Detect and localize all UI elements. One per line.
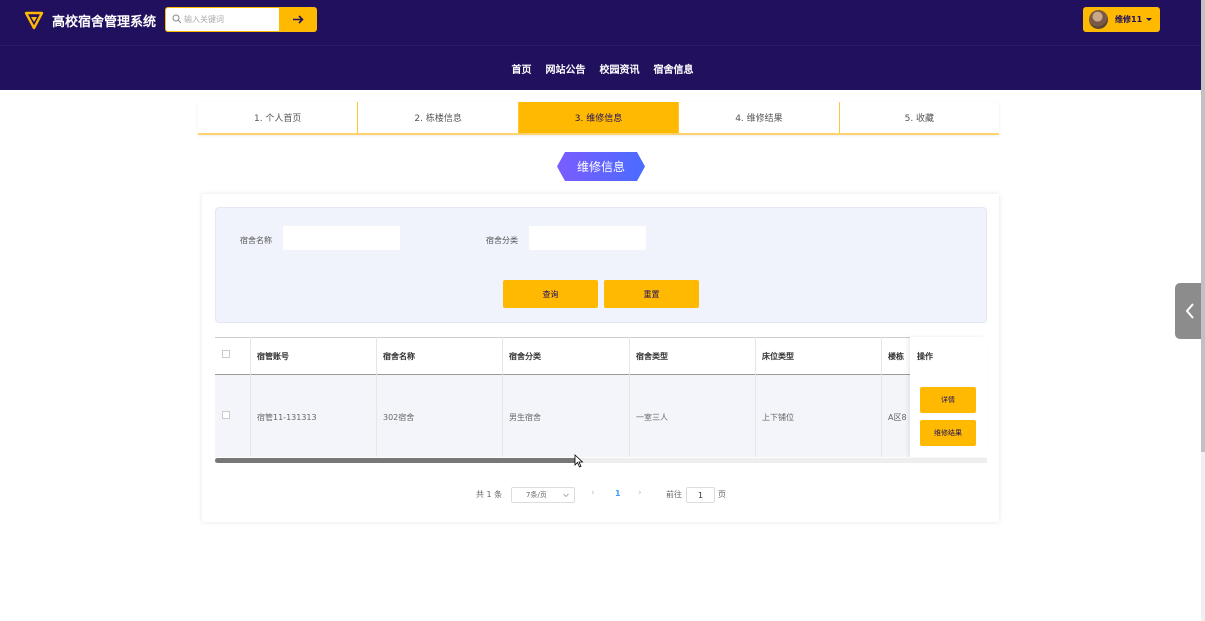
search-box[interactable] <box>165 7 279 32</box>
column-divider <box>755 337 756 457</box>
table-header <box>215 337 987 375</box>
dorm-name-label: 宿舍名称 <box>240 236 272 245</box>
chevron-down-icon <box>1146 18 1153 21</box>
filter-panel <box>215 207 987 323</box>
column-divider <box>250 337 251 457</box>
user-menu-button[interactable]: 维修11 <box>1083 7 1160 32</box>
avatar <box>1089 10 1108 29</box>
page-title-badge: 维修信息 <box>557 152 645 181</box>
goto-page-input[interactable] <box>686 487 715 503</box>
tab-personal-home[interactable]: 1. 个人首页 <box>198 102 359 133</box>
page-size-select[interactable]: 7条/页 <box>511 487 575 503</box>
table-scrollbar-thumb[interactable] <box>215 458 578 463</box>
column-divider <box>376 337 377 457</box>
row-checkbox[interactable] <box>222 411 230 419</box>
cell-bed-type: 上下铺位 <box>762 413 794 422</box>
goto-prefix: 前往 <box>666 490 682 499</box>
cell-account: 宿管11-131313 <box>257 413 317 422</box>
nav-item-campus-news[interactable]: 校园资讯 <box>600 61 640 76</box>
search-input[interactable] <box>184 8 276 31</box>
tab-repair-result[interactable]: 4. 维修结果 <box>679 102 840 133</box>
app-title: 高校宿舍管理系统 <box>52 15 157 30</box>
chevron-left-icon <box>1185 303 1194 319</box>
header-bed-type[interactable]: 床位类型 <box>762 351 794 362</box>
header-dorm-type[interactable]: 宿舍类型 <box>636 351 668 362</box>
reset-button[interactable]: 重置 <box>604 280 699 308</box>
arrow-right-icon <box>292 15 304 24</box>
column-divider <box>629 337 630 457</box>
header-building[interactable]: 楼栋 <box>888 351 904 362</box>
mouse-cursor-icon <box>574 454 584 468</box>
repair-result-button[interactable]: 维修结果 <box>920 420 976 446</box>
dorm-category-label: 宿舍分类 <box>486 236 518 245</box>
nav-item-home[interactable]: 首页 <box>512 61 532 76</box>
next-page-icon[interactable]: › <box>638 488 642 498</box>
detail-button[interactable]: 详情 <box>920 387 976 413</box>
header-dorm-name[interactable]: 宿舍名称 <box>383 351 415 362</box>
column-divider <box>881 337 882 457</box>
query-button[interactable]: 查询 <box>503 280 598 308</box>
select-all-checkbox[interactable] <box>222 350 230 358</box>
prev-page-icon[interactable]: ‹ <box>591 488 595 498</box>
logo-icon <box>24 11 44 30</box>
pagination: 共 1 条 7条/页 ‹ 1 › 前往 页 <box>0 487 1205 503</box>
tab-building-info[interactable]: 2. 栋楼信息 <box>358 102 519 133</box>
cell-dorm-name: 302宿舍 <box>383 413 415 422</box>
nav-item-announcements[interactable]: 网站公告 <box>546 61 586 76</box>
data-table: 宿管账号 宿舍名称 宿舍分类 宿舍类型 床位类型 楼栋 宿管11-131313 … <box>215 337 987 457</box>
cell-dorm-category: 男生宿舍 <box>509 413 541 422</box>
tab-favorites[interactable]: 5. 收藏 <box>839 102 1000 133</box>
search-button[interactable] <box>279 7 317 32</box>
page-title: 维修信息 <box>576 160 625 174</box>
search-icon <box>172 14 182 24</box>
top-bar: 高校宿舍管理系统 维修11 <box>0 0 1205 45</box>
cell-building: A区8 <box>888 413 907 422</box>
operations-column: 操作 详情 维修结果 <box>910 337 987 457</box>
column-divider <box>502 337 503 457</box>
user-name: 维修11 <box>1115 15 1143 24</box>
center-tabs: 1. 个人首页 2. 栋楼信息 3. 维修信息 4. 维修结果 5. 收藏 <box>198 102 1000 135</box>
dorm-category-input[interactable] <box>529 226 646 250</box>
current-page[interactable]: 1 <box>615 489 621 498</box>
tab-repair-info[interactable]: 3. 维修信息 <box>518 102 680 133</box>
table-row[interactable] <box>215 375 987 457</box>
main-nav: 首页 网站公告 校园资讯 宿舍信息 <box>0 45 1205 90</box>
nav-item-dorm-info[interactable]: 宿舍信息 <box>654 61 694 76</box>
page-scrollbar-thumb[interactable] <box>1201 0 1205 452</box>
header-account[interactable]: 宿管账号 <box>257 351 289 362</box>
total-count: 共 1 条 <box>476 490 503 499</box>
goto-suffix: 页 <box>718 490 726 499</box>
chevron-down-icon <box>563 493 569 498</box>
header-dorm-category[interactable]: 宿舍分类 <box>509 351 541 362</box>
header-operations: 操作 <box>917 352 933 361</box>
cell-dorm-type: 一室三人 <box>636 413 668 422</box>
page-size-value: 7条/页 <box>526 491 547 499</box>
dorm-name-input[interactable] <box>283 226 400 250</box>
